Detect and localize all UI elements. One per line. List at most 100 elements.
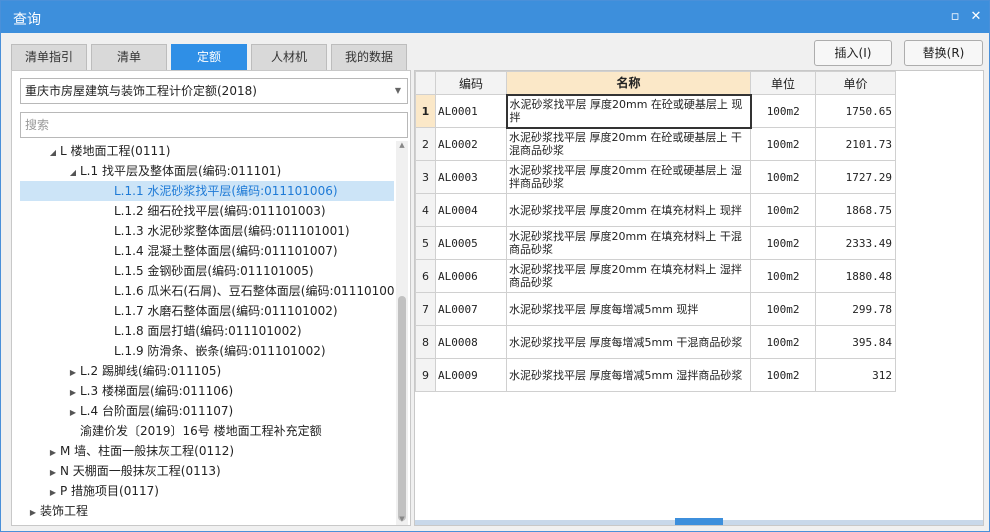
code-cell[interactable]: AL0001 — [435, 94, 507, 128]
table-row[interactable]: 2 AL0002 水泥砂浆找平层 厚度20mm 在砼或硬基层上 干混商品砂浆 100m… — [415, 127, 896, 161]
name-cell[interactable]: 水泥砂浆找平层 厚度每增减5mm 湿拌商品砂浆 — [506, 358, 751, 392]
scroll-up-icon[interactable]: ▲ — [396, 141, 408, 151]
tab-my-data[interactable]: 我的数据 — [331, 44, 407, 70]
expand-icon[interactable]: ▶ — [26, 503, 40, 523]
replace-button[interactable]: 替换(R) — [904, 40, 983, 66]
table-row[interactable]: 4 AL0004 水泥砂浆找平层 厚度20mm 在填充材料上 现拌 100m2 1868… — [415, 193, 896, 227]
code-cell[interactable]: AL0008 — [435, 325, 507, 359]
price-cell[interactable]: 2101.73 — [815, 127, 896, 161]
close-icon[interactable]: ✕ — [967, 8, 985, 26]
price-cell[interactable]: 1880.48 — [815, 259, 896, 293]
tree-node[interactable]: ▶ L.4 台阶面层(编码:011107) — [66, 401, 233, 421]
table-row[interactable]: 8 AL0008 水泥砂浆找平层 厚度每增减5mm 干混商品砂浆 100m2 395.8… — [415, 325, 896, 359]
code-cell[interactable]: AL0007 — [435, 292, 507, 326]
table-row[interactable]: 3 AL0003 水泥砂浆找平层 厚度20mm 在砼或硬基层上 湿拌商品砂浆 100m… — [415, 160, 896, 194]
tree-node[interactable]: ▶ 装饰工程 — [26, 501, 88, 521]
unit-cell[interactable]: 100m2 — [750, 127, 816, 161]
row-number-cell[interactable]: 1 — [415, 94, 436, 128]
collapse-icon[interactable]: ◢ — [66, 163, 80, 183]
library-select[interactable]: 重庆市房屋建筑与装饰工程计价定额(2018) ▼ — [20, 78, 408, 104]
horizontal-scrollbar[interactable] — [415, 518, 983, 525]
splitter-grip-icon[interactable] — [675, 518, 723, 525]
scroll-down-icon[interactable]: ▼ — [396, 515, 408, 525]
name-cell[interactable]: 水泥砂浆找平层 厚度20mm 在填充材料上 湿拌商品砂浆 — [506, 259, 751, 293]
table-row[interactable]: 7 AL0007 水泥砂浆找平层 厚度每增减5mm 现拌 100m2 299.78 — [415, 292, 896, 326]
tree-node[interactable]: L.1.9 防滑条、嵌条(编码:011101002) — [100, 341, 326, 361]
unit-cell[interactable]: 100m2 — [750, 325, 816, 359]
price-cell[interactable]: 395.84 — [815, 325, 896, 359]
price-cell[interactable]: 2333.49 — [815, 226, 896, 260]
tree-node[interactable]: ▶ L.2 踢脚线(编码:011105) — [66, 361, 221, 381]
tree-node[interactable]: ▶ N 天棚面一般抹灰工程(0113) — [46, 461, 221, 481]
name-cell[interactable]: 水泥砂浆找平层 厚度每增减5mm 干混商品砂浆 — [506, 325, 751, 359]
row-number-cell[interactable]: 7 — [415, 292, 436, 326]
tree-node[interactable]: ◢ L 楼地面工程(0111) — [46, 141, 170, 161]
unit-cell[interactable]: 100m2 — [750, 94, 816, 128]
tab-list[interactable]: 清单 — [91, 44, 167, 70]
collapse-icon[interactable]: ◢ — [46, 143, 60, 163]
row-number-cell[interactable]: 9 — [415, 358, 436, 392]
name-cell[interactable]: 水泥砂浆找平层 厚度20mm 在砼或硬基层上 湿拌商品砂浆 — [506, 160, 751, 194]
expand-icon[interactable]: ▶ — [66, 403, 80, 423]
code-cell[interactable]: AL0006 — [435, 259, 507, 293]
unit-cell[interactable]: 100m2 — [750, 160, 816, 194]
tree-node[interactable]: L.1.8 面层打蜡(编码:011101002) — [100, 321, 302, 341]
tree-node[interactable]: ▶ M 墙、柱面一般抹灰工程(0112) — [46, 441, 234, 461]
row-number-cell[interactable]: 4 — [415, 193, 436, 227]
table-row[interactable]: 9 AL0009 水泥砂浆找平层 厚度每增减5mm 湿拌商品砂浆 100m2 312 — [415, 358, 896, 392]
tree-node[interactable]: L.1.6 瓜米石(石屑)、豆石整体面层(编码:011101006) — [100, 281, 394, 301]
unit-cell[interactable]: 100m2 — [750, 226, 816, 260]
price-header[interactable]: 单价 — [815, 71, 896, 95]
tab-list-guide[interactable]: 清单指引 — [11, 44, 87, 70]
table-row[interactable]: 5 AL0005 水泥砂浆找平层 厚度20mm 在填充材料上 干混商品砂浆 100m2… — [415, 226, 896, 260]
expand-icon[interactable]: ▶ — [46, 443, 60, 463]
tree-scrollbar[interactable]: ▲ ▼ — [396, 141, 408, 525]
tree-node[interactable]: ▶ P 措施项目(0117) — [46, 481, 159, 501]
tree-node[interactable]: L.1.1 水泥砂浆找平层(编码:011101006) — [20, 181, 394, 201]
expand-icon[interactable]: ▶ — [66, 363, 80, 383]
expand-icon[interactable]: ▶ — [46, 483, 60, 503]
row-number-cell[interactable]: 3 — [415, 160, 436, 194]
price-cell[interactable]: 1868.75 — [815, 193, 896, 227]
row-number-cell[interactable]: 2 — [415, 127, 436, 161]
tree-node[interactable]: 渝建价发〔2019〕16号 楼地面工程补充定额 — [66, 421, 322, 441]
name-cell[interactable]: 水泥砂浆找平层 厚度20mm 在填充材料上 干混商品砂浆 — [506, 226, 751, 260]
price-cell[interactable]: 1750.65 — [815, 94, 896, 128]
row-number-cell[interactable]: 8 — [415, 325, 436, 359]
expand-icon[interactable]: ▶ — [46, 463, 60, 483]
row-number-cell[interactable]: 5 — [415, 226, 436, 260]
tree-node[interactable]: L.1.3 水泥砂浆整体面层(编码:011101001) — [100, 221, 350, 241]
price-cell[interactable]: 312 — [815, 358, 896, 392]
unit-cell[interactable]: 100m2 — [750, 259, 816, 293]
table-row[interactable]: 1 AL0001 水泥砂浆找平层 厚度20mm 在砼或硬基层上 现拌 100m2 175… — [415, 93, 896, 129]
code-header[interactable]: 编码 — [435, 71, 507, 95]
search-input[interactable]: 搜索 — [20, 112, 408, 138]
name-cell[interactable]: 水泥砂浆找平层 厚度20mm 在砼或硬基层上 干混商品砂浆 — [506, 127, 751, 161]
name-cell[interactable]: 水泥砂浆找平层 厚度20mm 在砼或硬基层上 现拌 — [505, 93, 752, 129]
price-cell[interactable]: 1727.29 — [815, 160, 896, 194]
dropdown-arrow-icon[interactable]: ▼ — [395, 79, 401, 103]
table-row[interactable]: 6 AL0006 水泥砂浆找平层 厚度20mm 在填充材料上 湿拌商品砂浆 100m2… — [415, 259, 896, 293]
tab-quota[interactable]: 定额 — [171, 44, 247, 70]
tree-node[interactable]: L.1.7 水磨石整体面层(编码:011101002) — [100, 301, 338, 321]
tree-node[interactable]: L.1.5 金钢砂面层(编码:011101005) — [100, 261, 314, 281]
unit-cell[interactable]: 100m2 — [750, 358, 816, 392]
tree-node[interactable]: ◢ L.1 找平层及整体面层(编码:011101) — [66, 161, 281, 181]
price-cell[interactable]: 299.78 — [815, 292, 896, 326]
maximize-icon[interactable]: ▫ — [946, 8, 964, 26]
unit-header[interactable]: 单位 — [750, 71, 816, 95]
scrollbar-thumb[interactable] — [398, 296, 406, 521]
name-cell[interactable]: 水泥砂浆找平层 厚度20mm 在填充材料上 现拌 — [506, 193, 751, 227]
code-cell[interactable]: AL0002 — [435, 127, 507, 161]
tab-labor-material-machine[interactable]: 人材机 — [251, 44, 327, 70]
row-number-cell[interactable]: 6 — [415, 259, 436, 293]
unit-cell[interactable]: 100m2 — [750, 193, 816, 227]
code-cell[interactable]: AL0004 — [435, 193, 507, 227]
tree-node[interactable]: L.1.4 混凝土整体面层(编码:011101007) — [100, 241, 338, 261]
name-header[interactable]: 名称 — [506, 71, 751, 95]
tree-node[interactable]: ▶ L.3 楼梯面层(编码:011106) — [66, 381, 233, 401]
code-cell[interactable]: AL0005 — [435, 226, 507, 260]
code-cell[interactable]: AL0003 — [435, 160, 507, 194]
insert-button[interactable]: 插入(I) — [814, 40, 892, 66]
expand-icon[interactable]: ▶ — [66, 383, 80, 403]
